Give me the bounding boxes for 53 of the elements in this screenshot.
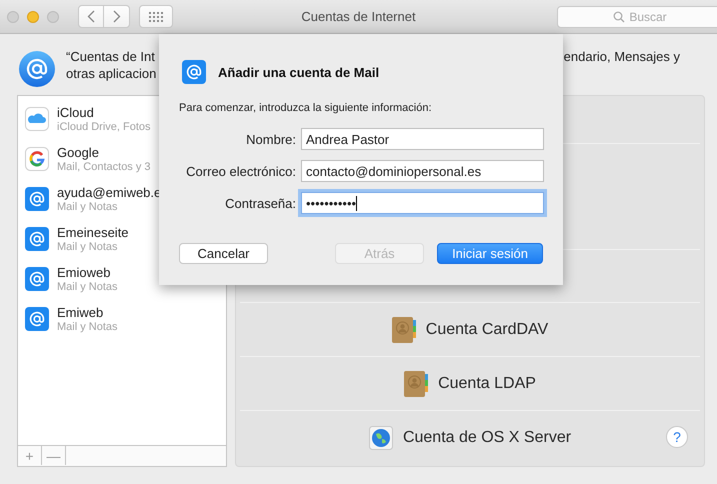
- account-detail: Mail y Notas: [57, 280, 118, 294]
- service-item[interactable]: Cuenta CardDAV: [240, 303, 700, 357]
- service-item[interactable]: Cuenta de OS X Server ?: [240, 411, 700, 465]
- service-label: Cuenta LDAP: [438, 374, 536, 392]
- input-field[interactable]: •••••••••••: [301, 192, 544, 214]
- account-name: ayuda@emiweb.e: [57, 185, 162, 200]
- account-detail: iCloud Drive, Fotos: [57, 120, 151, 134]
- description-text: endario, Mensajes y: [564, 48, 680, 65]
- grid-icon: [149, 12, 163, 22]
- account-name: Emioweb: [57, 265, 112, 280]
- account-detail: Mail, Contactos y 3: [57, 160, 151, 174]
- address-book-icon: [392, 316, 416, 342]
- at-sign-icon: [25, 227, 49, 251]
- account-name: Google: [57, 145, 100, 160]
- chevron-left-icon: [87, 10, 95, 23]
- show-all-button[interactable]: [139, 5, 173, 28]
- address-book-icon: [404, 370, 428, 396]
- globe-icon: [368, 426, 393, 450]
- search-icon: [613, 10, 626, 22]
- at-sign-icon: [182, 60, 206, 84]
- cancel-button[interactable]: Cancelar: [179, 243, 268, 264]
- description-text: otras aplicacion: [66, 65, 156, 82]
- back-button[interactable]: [78, 5, 104, 28]
- instruction-text: Para comenzar, introduzca la siguiente información:: [179, 102, 433, 114]
- account-item[interactable]: ayuda@emiweb.e Mail y Notas: [18, 179, 226, 219]
- cloud-icon: [25, 107, 49, 131]
- field-label: Correo electrónico:: [185, 164, 296, 178]
- service-label: Cuenta de OS X Server: [402, 429, 572, 447]
- account-name: Emiweb: [57, 305, 104, 320]
- google-g-icon: [25, 147, 49, 171]
- minimize-button[interactable]: [27, 10, 39, 22]
- service-label: Cuenta CardDAV: [426, 320, 548, 338]
- account-name: Emeineseite: [57, 225, 129, 240]
- input-field[interactable]: Andrea Pastor: [301, 128, 544, 150]
- window-title: Cuentas de Internet: [301, 9, 416, 24]
- field-label: Nombre:: [245, 132, 296, 146]
- account-detail: Mail y Notas: [57, 240, 119, 254]
- dialog-title: Añadir una cuenta de Mail: [218, 64, 380, 80]
- at-sign-icon: [25, 187, 49, 211]
- chevron-right-icon: [112, 10, 120, 23]
- account-detail: Mail y Notas: [57, 200, 119, 214]
- account-item[interactable]: Emiweb Mail y Notas: [18, 299, 226, 339]
- account-name: iCloud: [57, 105, 95, 120]
- account-detail: Mail y Notas: [57, 320, 118, 334]
- description-text: “Cuentas de Int: [66, 48, 156, 65]
- input-field[interactable]: contacto@dominiopersonal.es: [301, 160, 544, 182]
- at-sign-icon: [25, 267, 49, 291]
- at-sign-icon: [18, 50, 56, 88]
- service-item[interactable]: Cuenta LDAP: [240, 357, 700, 411]
- field-label: Contraseña:: [224, 196, 296, 210]
- help-button[interactable]: ?: [666, 426, 688, 448]
- at-sign-icon: [25, 307, 49, 331]
- forward-button[interactable]: [104, 5, 130, 28]
